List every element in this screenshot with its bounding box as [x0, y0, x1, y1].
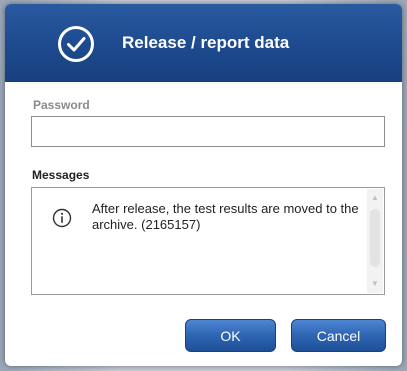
- password-label: Password: [33, 98, 90, 112]
- scroll-thumb[interactable]: [370, 209, 380, 267]
- message-text: After release, the test results are move…: [92, 201, 359, 232]
- info-icon: [52, 208, 72, 228]
- dialog-title: Release / report data: [122, 33, 290, 52]
- messages-label: Messages: [32, 168, 90, 182]
- messages-scrollbar[interactable]: ▲ ▼: [367, 189, 383, 293]
- messages-box: After release, the test results are move…: [31, 187, 385, 295]
- cancel-button[interactable]: Cancel: [291, 319, 386, 352]
- password-input[interactable]: [31, 116, 385, 147]
- dialog-titlebar: Release / report data: [5, 4, 402, 82]
- scroll-down-icon[interactable]: ▼: [370, 279, 380, 289]
- scroll-up-icon[interactable]: ▲: [370, 193, 380, 203]
- ok-button[interactable]: OK: [185, 319, 276, 352]
- release-report-dialog: Release / report data Password Messages …: [5, 4, 402, 366]
- check-circle-icon: [58, 26, 94, 62]
